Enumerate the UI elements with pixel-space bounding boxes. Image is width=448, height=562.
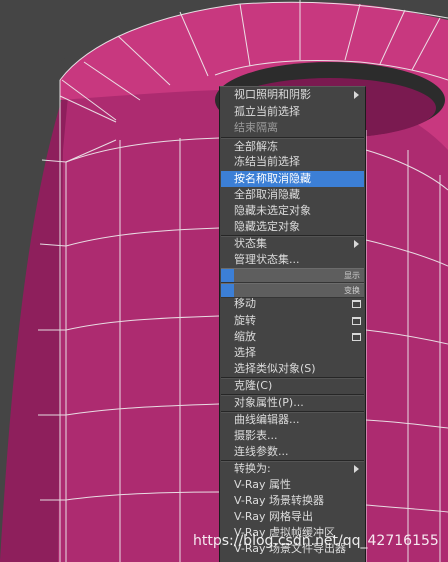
- menu-item-select[interactable]: 选择: [221, 345, 364, 361]
- menu-item-convert-to[interactable]: 转换为:: [221, 461, 364, 477]
- settings-box-icon[interactable]: [352, 300, 361, 308]
- quad-menu: 视口照明和阴影 孤立当前选择 结束隔离 全部解冻 冻结当前选择 按名称取消隐藏 …: [219, 86, 366, 562]
- menu-item-label: 连线参数...: [234, 445, 289, 458]
- submenu-arrow-icon: [354, 465, 359, 473]
- menu-item-label: 选择类似对象(S): [234, 362, 316, 375]
- menu-item-freeze-selection[interactable]: 冻结当前选择: [221, 154, 364, 170]
- menu-item-label: 按名称取消隐藏: [234, 172, 311, 185]
- menu-item-select-similar[interactable]: 选择类似对象(S): [221, 361, 364, 377]
- quad-header-label: 显示: [344, 271, 360, 280]
- menu-item-object-properties[interactable]: 对象属性(P)...: [221, 395, 364, 411]
- menu-item-unfreeze-all[interactable]: 全部解冻: [221, 139, 364, 155]
- menu-item-vray-properties[interactable]: V-Ray 属性: [221, 477, 364, 493]
- menu-item-rotate[interactable]: 旋转: [221, 313, 364, 329]
- quad-header-display: 显示: [221, 268, 364, 283]
- menu-item-label: 对象属性(P)...: [234, 396, 304, 409]
- menu-item-label: 移动: [234, 297, 256, 310]
- menu-item-label: 全部解冻: [234, 140, 278, 153]
- menu-item-label: 旋转: [234, 314, 256, 327]
- menu-item-label: 全部取消隐藏: [234, 188, 300, 201]
- menu-item-isolate-selection[interactable]: 孤立当前选择: [221, 104, 364, 120]
- menu-item-manage-state-sets[interactable]: 管理状态集...: [221, 252, 364, 268]
- menu-item-unhide-all[interactable]: 全部取消隐藏: [221, 187, 364, 203]
- menu-item-label: V-Ray 网格导出: [234, 510, 313, 523]
- menu-item-curve-editor[interactable]: 曲线编辑器...: [221, 412, 364, 428]
- submenu-arrow-icon: [354, 240, 359, 248]
- menu-item-label: 选择: [234, 346, 256, 359]
- menu-item-label: 摄影表...: [234, 429, 278, 442]
- menu-item-vray-scene-converter[interactable]: V-Ray 场景转换器: [221, 493, 364, 509]
- menu-item-wire-parameters[interactable]: 连线参数...: [221, 444, 364, 460]
- menu-item-label: 克隆(C): [234, 379, 273, 392]
- menu-item-viewport-lighting-shadows[interactable]: 视口照明和阴影: [221, 87, 364, 103]
- menu-item-label: 视口照明和阴影: [234, 88, 311, 101]
- menu-item-label: 隐藏选定对象: [234, 220, 300, 233]
- menu-item-vray-mesh-export[interactable]: V-Ray 网格导出: [221, 509, 364, 525]
- menu-item-label: V-Ray 场景转换器: [234, 494, 324, 507]
- menu-item-unhide-by-name[interactable]: 按名称取消隐藏: [221, 171, 364, 187]
- menu-item-label: V-Ray 属性: [234, 478, 291, 491]
- menu-item-label: 缩放: [234, 330, 256, 343]
- menu-item-label: 隐藏未选定对象: [234, 204, 311, 217]
- menu-item-label: 结束隔离: [234, 121, 278, 134]
- settings-box-icon[interactable]: [352, 333, 361, 341]
- menu-item-label: 孤立当前选择: [234, 105, 300, 118]
- menu-item-scale[interactable]: 缩放: [221, 329, 364, 345]
- menu-item-label: 转换为:: [234, 462, 271, 475]
- menu-item-dope-sheet[interactable]: 摄影表...: [221, 428, 364, 444]
- submenu-arrow-icon: [354, 91, 359, 99]
- menu-item-move[interactable]: 移动: [221, 296, 364, 312]
- menu-item-end-isolate[interactable]: 结束隔离: [221, 120, 364, 136]
- menu-item-label: 曲线编辑器...: [234, 413, 300, 426]
- settings-box-icon[interactable]: [352, 317, 361, 325]
- menu-item-hide-selection[interactable]: 隐藏选定对象: [221, 219, 364, 235]
- menu-item-label: 状态集: [234, 237, 267, 250]
- watermark-text: https://blog.csdn.net/qq_42716155: [193, 533, 439, 549]
- quad-color-swatch: [221, 269, 234, 282]
- menu-item-label: 冻结当前选择: [234, 155, 300, 168]
- menu-item-hide-unselected[interactable]: 隐藏未选定对象: [221, 203, 364, 219]
- menu-item-label: 管理状态集...: [234, 253, 300, 266]
- menu-item-state-sets[interactable]: 状态集: [221, 236, 364, 252]
- menu-item-clone[interactable]: 克隆(C): [221, 378, 364, 394]
